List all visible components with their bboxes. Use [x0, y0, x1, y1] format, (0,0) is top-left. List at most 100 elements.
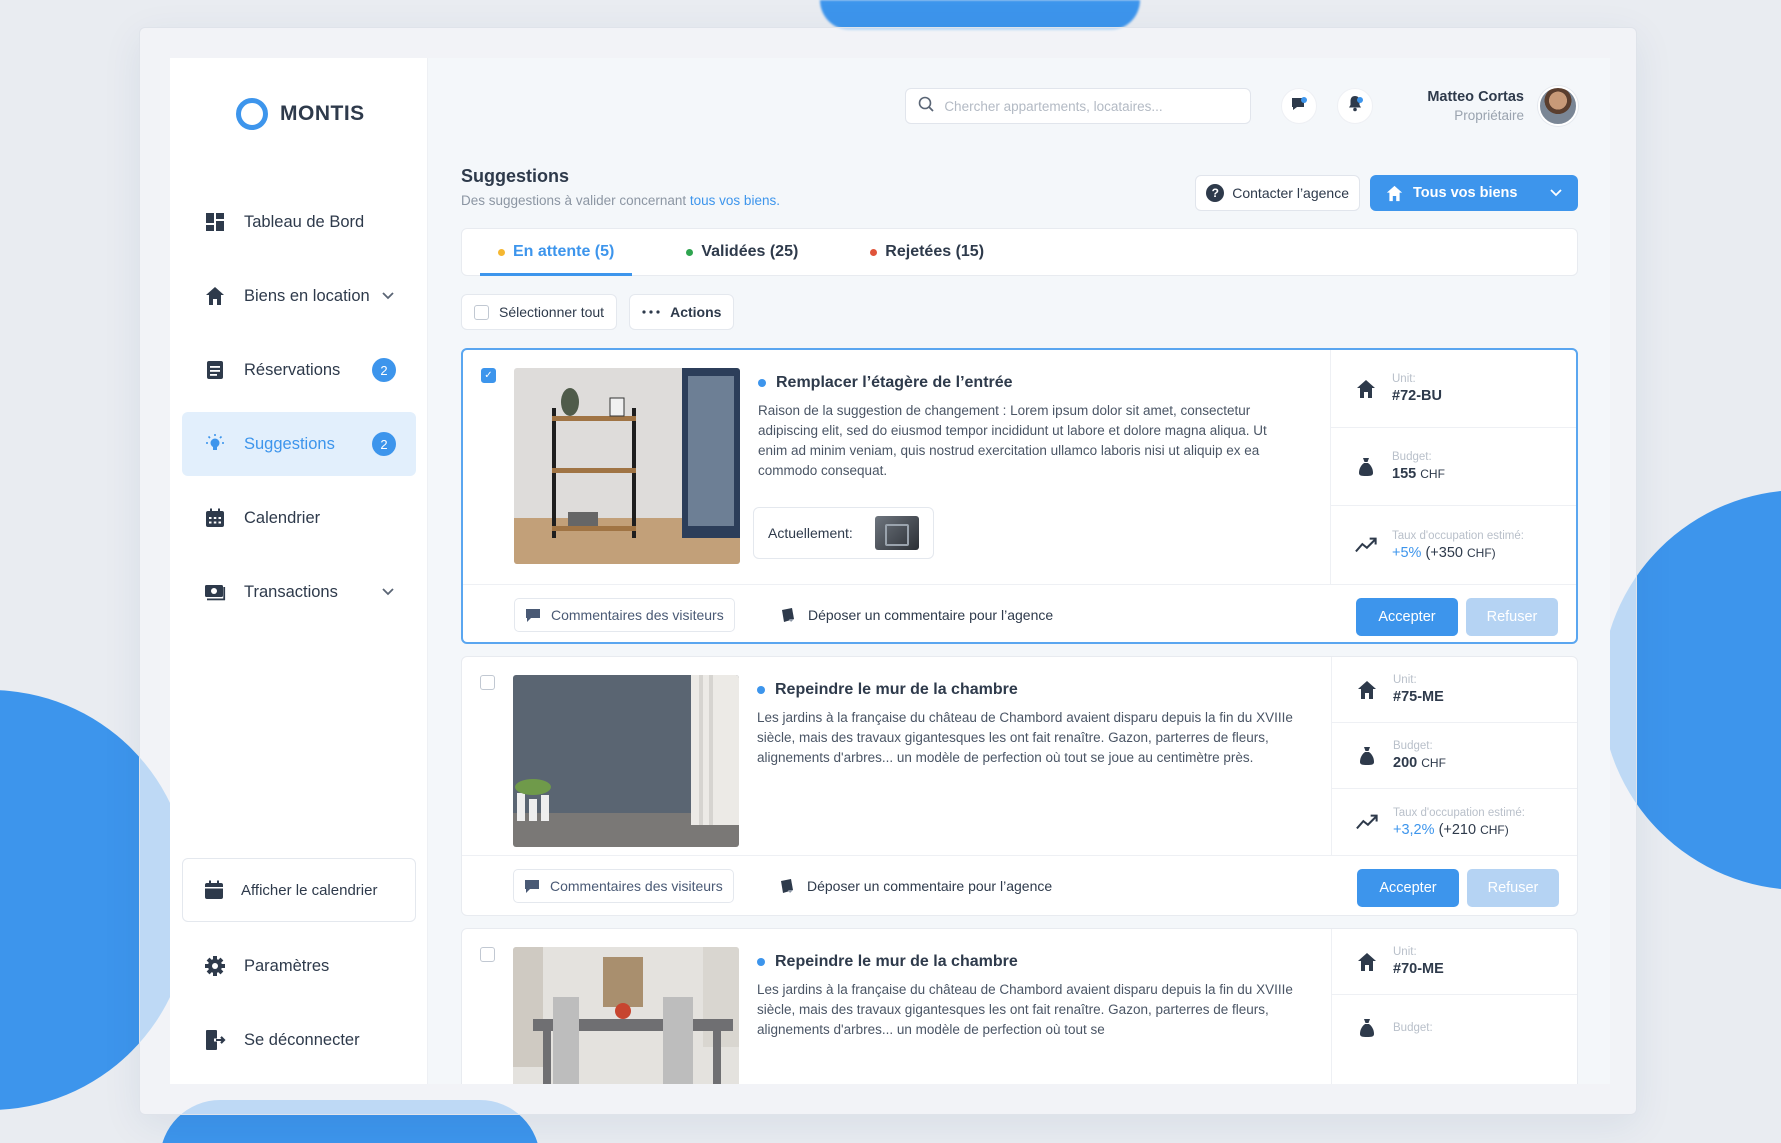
notifications-button[interactable] — [1337, 88, 1374, 124]
actions-button[interactable]: Actions — [629, 294, 735, 330]
visitor-comments-label: Commentaires des visiteurs — [551, 607, 724, 623]
sidebar-item-settings[interactable]: Paramètres — [182, 934, 416, 998]
user-role: Propriétaire — [1454, 108, 1524, 123]
suggestion-details: Unit: #75-ME Budget: 200 CHF Taux d'occu… — [1331, 657, 1577, 855]
suggestion-description: Raison de la suggestion de changement : … — [758, 403, 1267, 478]
header-actions: ? Contacter l’agence Tous vos biens — [1195, 175, 1578, 211]
current-item-box[interactable]: Actuellement: — [753, 507, 934, 559]
accept-button[interactable]: Accepter — [1356, 598, 1458, 636]
search-input[interactable] — [944, 98, 1225, 114]
properties-dropdown-label: Tous vos biens — [1413, 185, 1518, 201]
budget-value: 155 CHF — [1392, 466, 1445, 482]
sidebar-item-transactions[interactable]: Transactions — [182, 560, 416, 624]
logo-ring-icon — [236, 98, 268, 130]
suggestion-title: Remplacer l’étagère de l’entrée — [758, 374, 1298, 392]
sidebar: MONTIS Tableau de Bord Biens en location — [170, 58, 428, 1084]
sidebar-item-rentals[interactable]: Biens en location — [182, 264, 416, 328]
visitor-comments-button[interactable]: Commentaires des visiteurs — [514, 598, 735, 632]
sidebar-item-label: Transactions — [244, 582, 338, 601]
sidebar-item-reservations[interactable]: Réservations 2 — [182, 338, 416, 402]
refuse-button[interactable]: Refuser — [1467, 869, 1559, 907]
accept-button[interactable]: Accepter — [1357, 869, 1459, 907]
suggestion-title-text: Repeindre le mur de la chambre — [775, 681, 1018, 698]
money-bag-icon — [1355, 457, 1377, 477]
occupancy-label: Taux d'occupation estimé: — [1392, 529, 1524, 542]
occupancy-percent: +3,2% — [1393, 821, 1435, 838]
suggestion-card[interactable]: Repeindre le mur de la chambre Les jardi… — [461, 656, 1578, 916]
card-checkbox[interactable]: ✓ — [481, 368, 496, 383]
suggestion-card[interactable]: Repeindre le mur de la chambre Les jardi… — [461, 928, 1578, 1084]
suggestion-description: Les jardins à la française du château de… — [757, 982, 1293, 1037]
home-icon — [1356, 952, 1378, 972]
budget-label: Budget: — [1393, 740, 1433, 752]
show-calendar-label: Afficher le calendrier — [241, 881, 378, 899]
tab-validated[interactable]: Validées (25) — [668, 229, 816, 275]
unit-label: Unit: — [1393, 946, 1417, 958]
card-checkbox[interactable] — [480, 675, 495, 690]
user-name: Matteo Cortas — [1427, 89, 1524, 105]
suggestion-body: Repeindre le mur de la chambre Les jardi… — [757, 681, 1297, 768]
status-dot — [870, 248, 878, 256]
properties-dropdown[interactable]: Tous vos biens — [1370, 175, 1578, 211]
count-badge: 2 — [372, 358, 396, 382]
more-dots-icon — [642, 310, 660, 314]
unit-value: #72-BU — [1392, 388, 1442, 404]
money-icon — [204, 581, 226, 603]
sidebar-item-label: Se déconnecter — [244, 1030, 360, 1049]
sidebar-item-logout[interactable]: Se déconnecter — [182, 1008, 416, 1072]
occupancy-info: Taux d'occupation estimé: +3,2% (+210 CH… — [1393, 807, 1525, 838]
tab-rejected[interactable]: Rejetées (15) — [852, 229, 1002, 275]
occupancy-row: Taux d'occupation estimé: +5% (+350 CHF) — [1331, 506, 1576, 584]
visitor-comments-button[interactable]: Commentaires des visiteurs — [513, 869, 734, 903]
show-calendar-button[interactable]: Afficher le calendrier — [182, 858, 416, 922]
suggestion-card[interactable]: ✓ Remplacer l’étagère de l’entrée Raison… — [461, 348, 1578, 644]
leave-agency-comment[interactable]: Déposer un commentaire pour l’agence — [780, 598, 1053, 632]
budget-row: Budget: 200 CHF — [1332, 723, 1577, 789]
sidebar-item-dashboard[interactable]: Tableau de Bord — [182, 190, 416, 254]
status-tabs: En attente (5) Validées (25) Rejetées (1… — [461, 228, 1578, 276]
leave-agency-comment-label: Déposer un commentaire pour l’agence — [807, 878, 1053, 894]
budget-label: Budget: — [1392, 451, 1432, 463]
messages-button[interactable] — [1281, 88, 1318, 124]
chevron-down-icon[interactable] — [382, 289, 394, 303]
avatar[interactable] — [1538, 86, 1578, 126]
tab-label: Rejetées (15) — [885, 243, 985, 260]
tab-label: En attente (5) — [513, 243, 615, 260]
occupancy-currency: CHF) — [1480, 822, 1509, 837]
occupancy-info: Taux d'occupation estimé: +5% (+350 CHF) — [1392, 530, 1524, 561]
home-icon — [1355, 379, 1377, 399]
search-bar[interactable] — [905, 88, 1252, 124]
contact-agency-button[interactable]: ? Contacter l’agence — [1195, 175, 1360, 211]
refuse-button[interactable]: Refuser — [1466, 598, 1558, 636]
user-info: Matteo Cortas Propriétaire — [1427, 89, 1524, 123]
sidebar-nav: Tableau de Bord Biens en location Réserv… — [182, 190, 416, 634]
dashboard-icon — [204, 211, 226, 233]
suggestion-details: Unit: #70-ME Budget: — [1331, 929, 1577, 1084]
budget-currency: CHF — [1420, 467, 1445, 481]
page-header: Suggestions Des suggestions à valider co… — [461, 166, 780, 208]
budget-currency: CHF — [1421, 756, 1446, 770]
suggestion-image — [513, 947, 739, 1084]
unit-info: Unit: #72-BU — [1392, 373, 1442, 404]
select-all-button[interactable]: Sélectionner tout — [461, 294, 618, 330]
user-menu[interactable]: Matteo Cortas Propriétaire — [1427, 86, 1578, 126]
logo[interactable]: MONTIS — [236, 98, 365, 130]
leave-agency-comment[interactable]: Déposer un commentaire pour l’agence — [779, 869, 1052, 903]
tab-pending[interactable]: En attente (5) — [480, 229, 633, 276]
sidebar-item-calendar[interactable]: Calendrier — [182, 486, 416, 550]
list-icon — [204, 359, 226, 381]
all-properties-link[interactable]: tous vos biens. — [690, 193, 780, 208]
unit-info: Unit: #70-ME — [1393, 946, 1444, 977]
unit-row: Unit: #72-BU — [1331, 350, 1576, 428]
status-dot — [686, 248, 694, 256]
card-checkbox[interactable] — [480, 947, 495, 962]
occupancy-value: +3,2% (+210 CHF) — [1393, 822, 1525, 838]
select-all-checkbox[interactable] — [474, 304, 489, 320]
lightbulb-icon — [204, 433, 226, 455]
sidebar-item-suggestions[interactable]: Suggestions 2 — [182, 412, 416, 476]
budget-row: Budget: — [1332, 995, 1577, 1061]
status-dot — [757, 958, 765, 966]
home-icon — [1356, 680, 1378, 700]
chevron-down-icon[interactable] — [382, 585, 394, 599]
budget-amount: 200 — [1393, 755, 1418, 771]
